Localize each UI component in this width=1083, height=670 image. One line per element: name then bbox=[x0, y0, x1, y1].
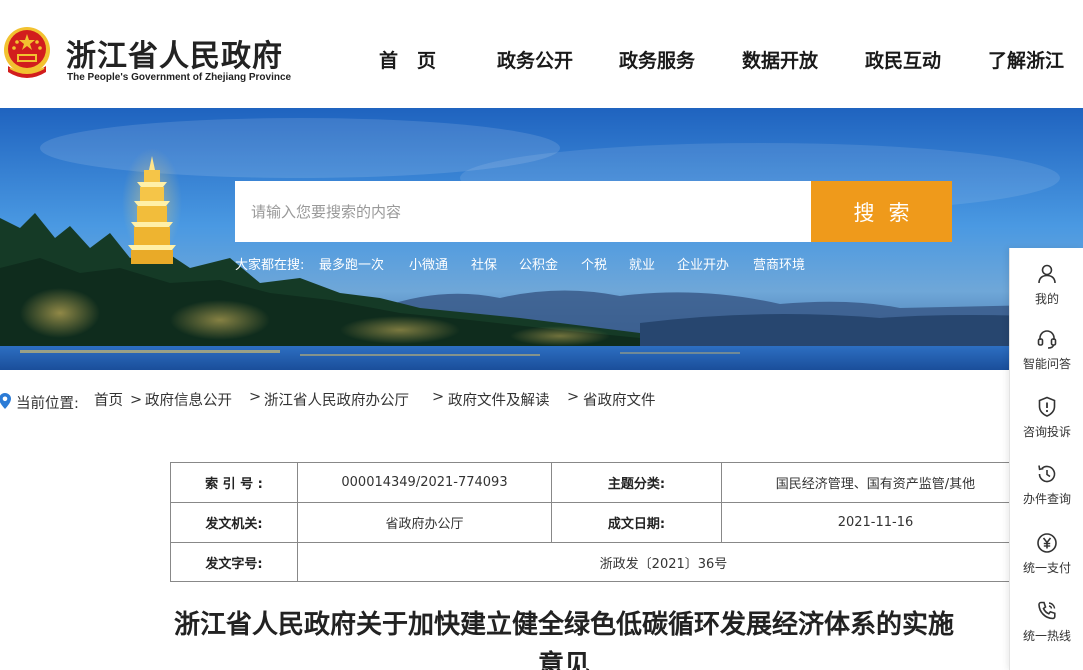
breadcrumb-gov-documents[interactable]: 政府文件及解读 bbox=[448, 389, 550, 410]
issue-date-value: 2021-11-16 bbox=[837, 515, 914, 530]
sidebar-item-hotline[interactable]: 统一热线 bbox=[1010, 599, 1083, 661]
leifeng-pagoda-icon bbox=[122, 148, 182, 264]
breadcrumb-separator: > bbox=[432, 389, 445, 405]
hot-search-link[interactable]: 就业 bbox=[629, 254, 655, 273]
sidebar-item-unified-payment[interactable]: 统一支付 bbox=[1010, 531, 1083, 593]
nav-gov-affairs-open[interactable]: 政务公开 bbox=[497, 46, 573, 73]
yuan-icon bbox=[1037, 533, 1057, 553]
article-title-line: 意见 bbox=[537, 650, 590, 670]
sidebar-item-label: 我的 bbox=[1034, 292, 1059, 306]
hot-search-link[interactable]: 最多跑一次 bbox=[319, 254, 384, 273]
nav-gov-services[interactable]: 政务服务 bbox=[619, 46, 695, 73]
main-nav: 首 页 政务公开 政务服务 数据开放 政民互动 了解浙江 bbox=[0, 46, 1083, 73]
article-title: 浙江省人民政府关于加快建立健全绿色低碳循环发展经济体系的实施 意见 bbox=[0, 605, 1083, 670]
sidebar-item-label: 统一支付 bbox=[1022, 561, 1071, 575]
hot-searches-label: 大家都在搜: bbox=[235, 258, 305, 273]
document-number-value: 浙政发〔2021〕36号 bbox=[599, 556, 728, 572]
issuing-agency-key: 发文机关: bbox=[205, 517, 263, 532]
sidebar-item-label: 办件查询 bbox=[1022, 492, 1071, 506]
sidebar-item-my[interactable]: 我的 bbox=[1010, 262, 1083, 324]
breadcrumb-general-office[interactable]: 浙江省人民政府办公厅 bbox=[264, 389, 409, 410]
breadcrumb-provincial-documents[interactable]: 省政府文件 bbox=[583, 389, 656, 410]
search-input[interactable] bbox=[235, 181, 811, 242]
hot-search-link[interactable]: 营商环境 bbox=[753, 254, 805, 273]
article-title-line: 浙江省人民政府关于加快建立健全绿色低碳循环发展经济体系的实施 bbox=[173, 610, 954, 640]
headset-icon bbox=[1037, 330, 1057, 349]
topic-category-value: 国民经济管理、国有资产监管/其他 bbox=[775, 477, 976, 492]
phone-icon bbox=[1038, 601, 1056, 620]
index-number-value: 000014349/2021-774093 bbox=[341, 475, 508, 490]
sidebar-item-case-query[interactable]: 办件查询 bbox=[1010, 462, 1083, 524]
document-meta-table: 索 引 号 : 000014349/2021-774093 主题分类: 国民经济… bbox=[170, 462, 1030, 582]
breadcrumb-separator: > bbox=[567, 389, 580, 405]
breadcrumb-separator: > bbox=[130, 392, 143, 408]
topic-category-key: 主题分类: bbox=[607, 477, 666, 492]
breadcrumb-separator: > bbox=[249, 389, 262, 405]
document-number-key: 发文字号: bbox=[205, 556, 263, 572]
breadcrumb-gov-info[interactable]: 政府信息公开 bbox=[145, 389, 232, 410]
site-header: 浙江省人民政府 The People's Government of Zheji… bbox=[0, 0, 1083, 108]
issuing-agency-value: 省政府办公厅 bbox=[385, 517, 464, 532]
hot-search-link[interactable]: 社保 bbox=[471, 254, 497, 273]
nav-open-data[interactable]: 数据开放 bbox=[742, 46, 818, 73]
location-pin-icon bbox=[0, 393, 11, 409]
issue-date-key: 成文日期: bbox=[607, 517, 666, 532]
breadcrumb-label: 当前位置: bbox=[16, 396, 79, 412]
sidebar-item-smart-qa[interactable]: 智能问答 bbox=[1010, 327, 1083, 389]
index-number-key: 索 引 号 : bbox=[205, 477, 263, 492]
hero-banner: 搜索 大家都在搜: 最多跑一次 小微通 社保 公积金 个税 就业 企业开办 营商… bbox=[0, 108, 1083, 370]
hot-search-link[interactable]: 小微通 bbox=[409, 254, 448, 273]
hot-search-link[interactable]: 个税 bbox=[581, 254, 607, 273]
nav-home[interactable]: 首 页 bbox=[379, 46, 436, 73]
sidebar-item-label: 统一热线 bbox=[1022, 629, 1071, 643]
search-button[interactable]: 搜索 bbox=[811, 181, 952, 242]
sidebar-item-label: 咨询投诉 bbox=[1022, 425, 1071, 439]
sidebar-item-complaints[interactable]: 咨询投诉 bbox=[1010, 395, 1083, 457]
user-icon bbox=[1038, 264, 1056, 284]
floating-service-sidebar: 我的 智能问答 咨询投诉 办件查询 统一支付 统一热线 bbox=[1009, 248, 1083, 670]
hot-search-link[interactable]: 公积金 bbox=[519, 254, 558, 273]
nav-interaction[interactable]: 政民互动 bbox=[865, 46, 941, 73]
hot-search-link[interactable]: 企业开办 bbox=[677, 254, 729, 273]
history-icon bbox=[1038, 465, 1056, 483]
sidebar-item-label: 智能问答 bbox=[1022, 357, 1071, 371]
shield-alert-icon bbox=[1038, 396, 1056, 417]
nav-about-zhejiang[interactable]: 了解浙江 bbox=[988, 46, 1064, 73]
breadcrumb-home[interactable]: 首页 bbox=[94, 389, 123, 410]
site-name-en: The People's Government of Zhejiang Prov… bbox=[67, 72, 292, 83]
